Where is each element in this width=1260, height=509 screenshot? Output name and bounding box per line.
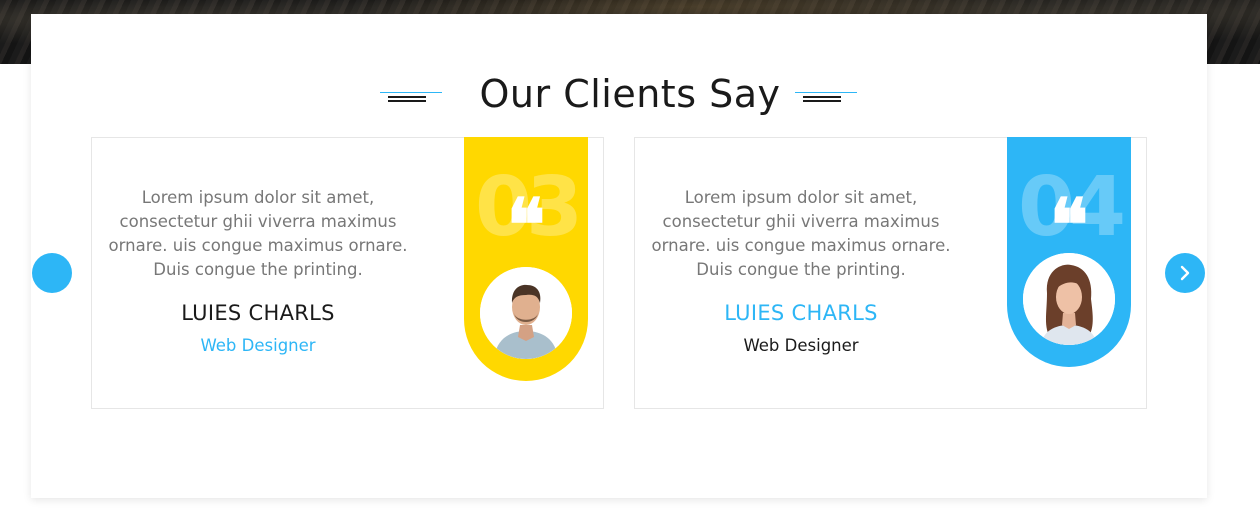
avatar [1023,253,1115,345]
section-heading: Our Clients Say [0,56,1260,132]
carousel-prev-button[interactable] [32,253,72,293]
client-role: Web Designer [743,336,859,355]
testimonial-card: Lorem ipsum dolor sit amet, consectetur … [634,137,1147,409]
testimonial-card: Lorem ipsum dolor sit amet, consectetur … [91,137,604,409]
section-title: Our Clients Say [479,72,781,116]
testimonial-ribbon: 04 ❝ [1007,137,1131,367]
testimonial-text: Lorem ipsum dolor sit amet, consectetur … [108,188,408,279]
carousel-next-button[interactable] [1165,253,1205,293]
client-name: LUIES CHARLS [181,301,335,325]
quote-open-icon: ❝ [506,182,546,267]
testimonial-text: Lorem ipsum dolor sit amet, consectetur … [651,188,951,279]
testimonial-ribbon: 03 ❝ [464,137,588,381]
client-role: Web Designer [200,336,316,355]
avatar [480,267,572,359]
man-portrait-icon [480,267,572,359]
chevron-right-icon [1180,265,1190,281]
quote-open-icon: ❝ [1049,182,1089,267]
client-name: LUIES CHARLS [724,301,878,325]
woman-portrait-icon [1023,253,1115,345]
